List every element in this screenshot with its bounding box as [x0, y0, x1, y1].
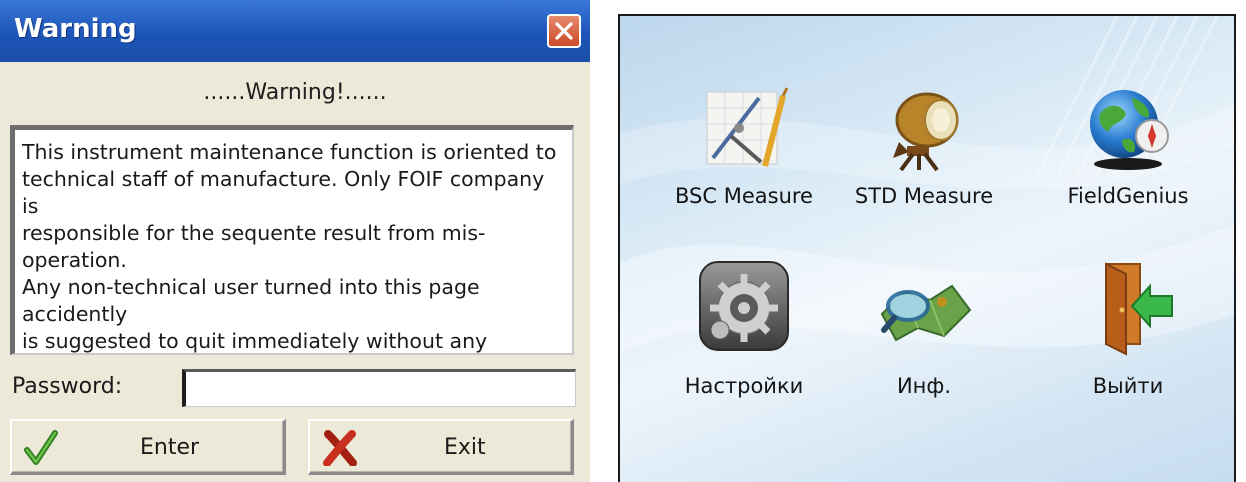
password-label: Password:	[12, 374, 123, 399]
app-label: Инф.	[896, 374, 952, 398]
password-input[interactable]	[182, 369, 576, 407]
app-label: BSC Measure	[675, 184, 813, 208]
app-fieldgenius[interactable]: FieldGenius	[1038, 84, 1218, 254]
warning-message: This instrument maintenance function is …	[10, 125, 574, 355]
warning-heading: ......Warning!......	[203, 80, 387, 105]
close-icon	[555, 22, 573, 40]
app-label: STD Measure	[854, 184, 994, 208]
dialog-title: Warning	[14, 14, 137, 44]
settings-gears-icon	[699, 261, 789, 351]
warning-dialog: Warning ......Warning!...... This instru…	[0, 0, 590, 482]
app-label: Выйти	[1092, 374, 1164, 398]
exit-button-label: Exit	[444, 435, 486, 460]
app-info[interactable]: Инф.	[834, 260, 1014, 430]
app-bsc-measure[interactable]: BSC Measure	[654, 84, 834, 254]
dialog-title-bar: Warning	[0, 0, 590, 62]
checkmark-icon	[24, 430, 58, 465]
enter-button[interactable]: Enter	[10, 419, 286, 475]
drafting-compass-icon	[706, 87, 789, 167]
exit-button[interactable]: Exit	[308, 419, 574, 475]
launcher-desktop: BSC Measure STD Measure FieldGenius Наст…	[618, 14, 1236, 482]
exit-door-icon	[1105, 262, 1173, 356]
app-label: Настройки	[684, 374, 804, 398]
red-cross-icon	[323, 430, 357, 466]
surveying-instrument-icon	[893, 92, 959, 172]
app-std-measure[interactable]: STD Measure	[834, 84, 1014, 254]
app-settings[interactable]: Настройки	[654, 260, 834, 430]
close-button[interactable]	[547, 14, 581, 48]
map-magnifier-icon	[880, 284, 972, 342]
app-label: FieldGenius	[1067, 184, 1189, 208]
globe-compass-icon	[1090, 90, 1169, 170]
enter-button-label: Enter	[140, 435, 200, 460]
app-exit[interactable]: Выйти	[1038, 260, 1218, 430]
